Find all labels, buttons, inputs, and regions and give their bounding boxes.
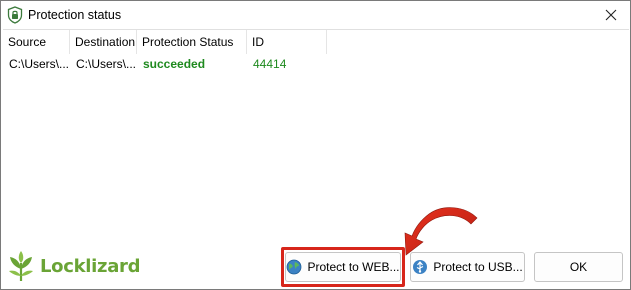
cell-source: C:\Users\...	[9, 57, 70, 71]
column-header-id[interactable]: ID	[247, 30, 327, 54]
column-header-destination[interactable]: Destination	[70, 30, 137, 54]
globe-icon	[286, 259, 302, 275]
title-bar: Protection status	[1, 1, 630, 29]
curved-arrow-annotation	[404, 207, 478, 256]
close-button[interactable]	[596, 3, 626, 27]
ok-label: OK	[569, 260, 588, 274]
protection-status-list[interactable]: Source Destination Protection Status ID …	[3, 29, 629, 243]
protect-to-usb-label: Protect to USB...	[433, 260, 523, 274]
close-icon	[605, 9, 617, 21]
usb-drive-icon	[412, 259, 428, 275]
window-title: Protection status	[28, 8, 122, 22]
protect-to-web-label: Protect to WEB...	[307, 260, 400, 274]
table-row[interactable]: C:\Users\... C:\Users\... succeeded 4441…	[3, 54, 629, 74]
protect-to-web-button[interactable]: Protect to WEB...	[285, 252, 401, 282]
cell-destination: C:\Users\...	[76, 57, 137, 71]
cell-protection-status: succeeded	[143, 57, 206, 71]
locklizard-logo: Locklizard	[5, 248, 141, 284]
list-header: Source Destination Protection Status ID	[3, 30, 629, 54]
cell-id: 44414	[253, 57, 287, 71]
ok-button[interactable]: OK	[534, 252, 623, 282]
shield-lock-icon	[7, 6, 23, 24]
footer-bar: Locklizard Protect to WEB... Protect to …	[1, 242, 630, 289]
protection-status-window: Protection status Source Destination Pro…	[0, 0, 631, 290]
column-header-protection-status[interactable]: Protection Status	[137, 30, 247, 54]
logo-text: Locklizard	[40, 255, 141, 277]
leaf-logo-icon	[9, 251, 33, 281]
column-header-source[interactable]: Source	[3, 30, 70, 54]
